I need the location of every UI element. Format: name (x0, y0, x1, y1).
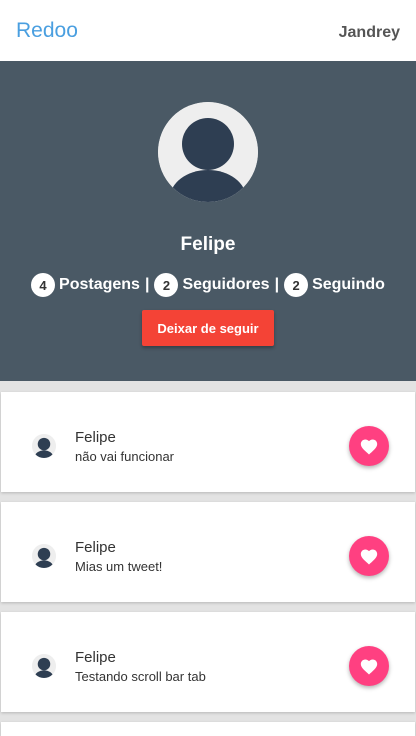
post-text: Testando scroll bar tab (75, 669, 206, 684)
profile-avatar-icon (158, 102, 258, 202)
post-card: Felipe Mias um tweet! (1, 502, 415, 602)
stat-following[interactable]: 2 Seguindo (284, 273, 385, 297)
post-card: Felipe Testando scroll bar tab (1, 612, 415, 712)
heart-icon (360, 549, 378, 565)
stat-posts[interactable]: 4 Postagens (31, 273, 140, 297)
post-avatar-icon[interactable] (32, 654, 56, 678)
post-text: não vai funcionar (75, 449, 175, 464)
like-button[interactable] (349, 426, 389, 466)
brand-logo[interactable]: Redoo (16, 19, 78, 43)
followers-count-badge: 2 (154, 273, 179, 297)
profile-header: Felipe 4 Postagens | 2 Seguidores | 2 Se… (0, 61, 416, 381)
post-avatar-icon[interactable] (32, 434, 56, 458)
post-card: Felipe não vai funcionar (1, 392, 415, 492)
post-card-partial (1, 722, 415, 736)
stat-separator: | (274, 276, 280, 293)
post-author: Felipe (75, 649, 116, 666)
unfollow-button[interactable]: Deixar de seguir (142, 310, 274, 346)
following-count-badge: 2 (284, 273, 309, 297)
profile-stats: 4 Postagens | 2 Seguidores | 2 Seguindo (0, 273, 416, 297)
posts-count-badge: 4 (31, 273, 56, 297)
stat-followers[interactable]: 2 Seguidores (154, 273, 270, 297)
current-user-name[interactable]: Jandrey (339, 24, 400, 42)
heart-icon (360, 659, 378, 675)
following-label: Seguindo (312, 276, 385, 293)
followers-label: Seguidores (182, 276, 270, 293)
stat-separator: | (144, 276, 150, 293)
top-app-bar: Redoo Jandrey (0, 0, 416, 61)
heart-icon (360, 439, 378, 455)
profile-name: Felipe (180, 234, 236, 255)
posts-label: Postagens (59, 276, 140, 293)
post-text: Mias um tweet! (75, 559, 163, 574)
post-avatar-icon[interactable] (32, 544, 56, 568)
post-author: Felipe (75, 429, 116, 446)
like-button[interactable] (349, 646, 389, 686)
post-author: Felipe (75, 539, 116, 556)
like-button[interactable] (349, 536, 389, 576)
